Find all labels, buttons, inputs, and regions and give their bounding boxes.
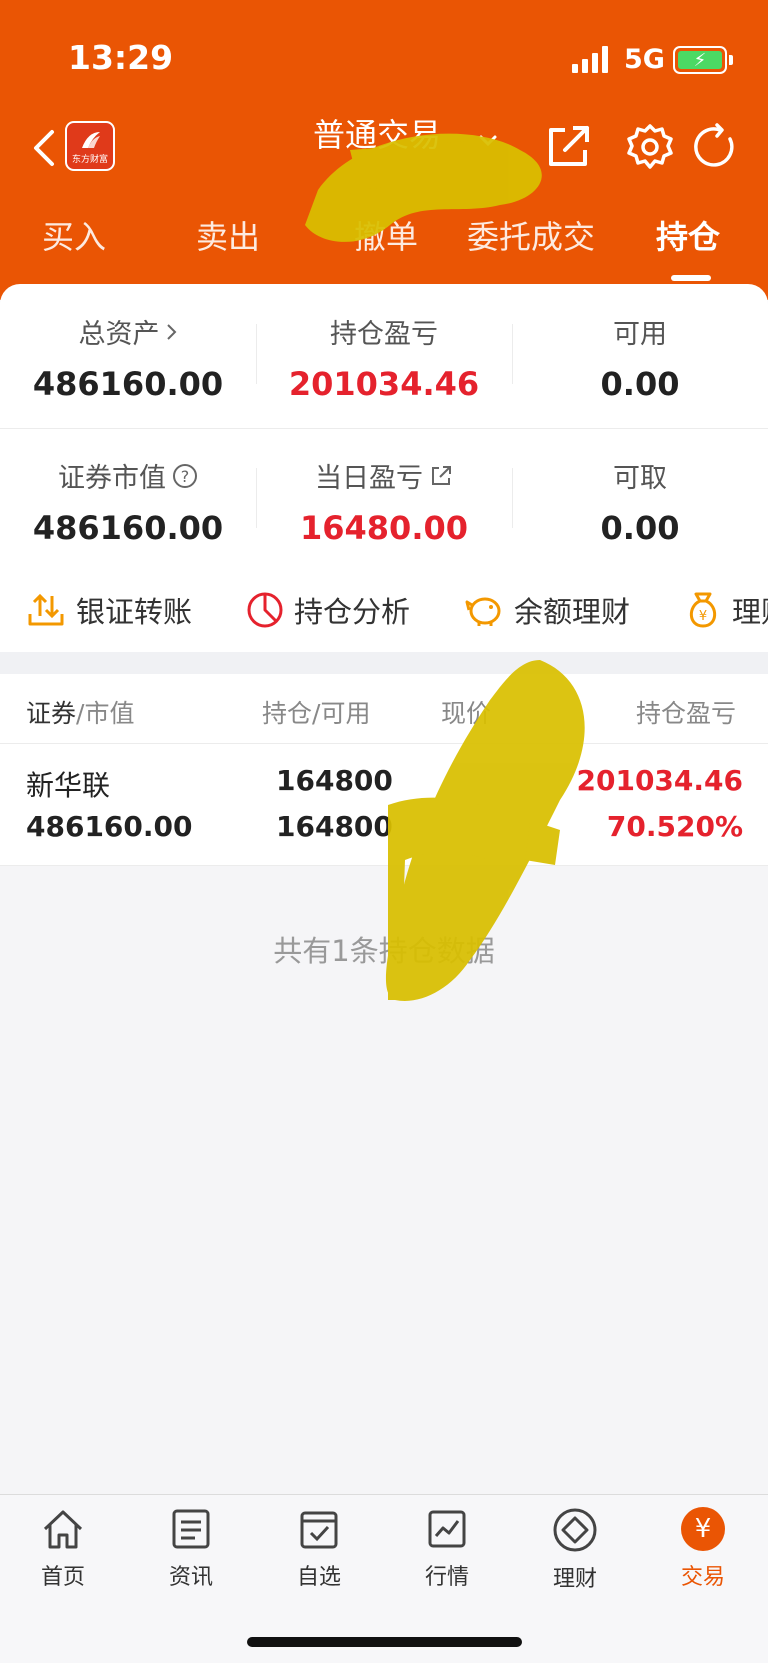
yuan-icon: ¥ — [681, 1507, 725, 1551]
status-time: 13:29 — [68, 38, 174, 77]
tabbar-wealth[interactable]: 理财 — [525, 1507, 625, 1593]
header-security-label: 证券 — [26, 699, 77, 728]
quick-action-wealth[interactable]: ¥ 理财 — [684, 586, 768, 634]
section-gap — [0, 652, 768, 674]
quick-action-transfer[interactable]: 银证转账 — [26, 586, 192, 634]
transfer-icon — [28, 593, 64, 626]
stock-position: 164800 — [276, 764, 393, 797]
stock-pnl: 201034.46 — [576, 764, 744, 797]
total-assets[interactable]: 总资产 486160.00 — [0, 312, 256, 403]
pie-chart-icon — [247, 592, 283, 628]
header-available-label: /可用 — [312, 699, 371, 728]
refresh-icon[interactable] — [690, 122, 740, 172]
tab-buy[interactable]: 买入 — [42, 212, 106, 258]
logo-text: 东方财富 — [71, 155, 108, 165]
quick-action-balance-wealth[interactable]: 余额理财 — [464, 586, 630, 634]
daily-pnl-label: 当日盈亏 — [315, 463, 423, 494]
trade-tabs: 买入 卖出 撤单 委托成交 持仓 — [0, 212, 768, 272]
tabbar-home[interactable]: 首页 — [13, 1507, 113, 1591]
gear-icon[interactable] — [625, 122, 675, 172]
tab-positions[interactable]: 持仓 — [656, 212, 720, 258]
svg-text:?: ? — [181, 467, 190, 486]
securities-value-label: 证券市值 — [58, 463, 166, 494]
wealth-icon — [553, 1508, 597, 1552]
header-market-value-label: /市值 — [76, 699, 135, 728]
money-bag-icon: ¥ — [689, 592, 717, 628]
quick-action-label: 余额理财 — [514, 595, 631, 629]
available-funds: 可用 0.00 — [512, 312, 768, 403]
header-security[interactable]: 证券/市值 — [26, 694, 134, 730]
securities-value: 证券市值 ? 486160.00 — [0, 456, 256, 547]
position-pnl-label: 持仓盈亏 — [330, 319, 438, 350]
svg-text:¥: ¥ — [699, 609, 707, 624]
daily-pnl[interactable]: 当日盈亏 16480.00 — [256, 456, 512, 547]
holdings-count-hint: 共有1条持仓数据 — [273, 934, 495, 968]
tabbar-label: 行情 — [424, 1565, 469, 1590]
piggy-bank-icon — [465, 597, 501, 626]
tabbar-label: 资讯 — [168, 1565, 213, 1590]
available-value: 0.00 — [600, 365, 680, 403]
quick-action-label: 银证转账 — [76, 595, 193, 629]
stock-pnl-percent: 70.520% — [606, 810, 743, 843]
home-icon — [43, 1510, 83, 1549]
tabbar-label: 自选 — [296, 1565, 341, 1590]
quick-action-analysis[interactable]: 持仓分析 — [246, 586, 410, 634]
chevron-down-icon[interactable] — [478, 130, 498, 150]
stock-market-value: 486160.00 — [26, 810, 193, 843]
tabbar-label: 交易 — [680, 1565, 725, 1590]
total-assets-label: 总资产 — [78, 319, 160, 350]
header: 13:29 5G ⚡ 东方财富 普通交易 买入 卖出 撤单 委托成交 持仓 — [0, 0, 768, 300]
tab-orders[interactable]: 委托成交 — [467, 212, 595, 258]
battery-cap — [729, 55, 733, 65]
header-position[interactable]: 持仓/可用 — [262, 694, 370, 730]
divider — [0, 428, 768, 429]
tab-sell[interactable]: 卖出 — [196, 212, 260, 258]
home-indicator — [247, 1637, 522, 1647]
holdings-table-header: 证券/市值 持仓/可用 现价 持仓盈亏 — [0, 674, 768, 744]
quick-action-label: 持仓分析 — [294, 595, 411, 629]
tab-indicator — [671, 275, 711, 281]
share-icon[interactable] — [543, 122, 593, 172]
news-icon — [172, 1509, 210, 1549]
stock-name: 新华联 — [26, 769, 111, 802]
daily-pnl-value: 16480.00 — [299, 509, 468, 547]
header-pnl[interactable]: 持仓盈亏 — [636, 694, 736, 730]
tabbar-label: 首页 — [40, 1565, 85, 1590]
quick-action-label: 理财 — [732, 595, 768, 629]
battery-icon: ⚡ — [673, 46, 727, 74]
tabbar-market[interactable]: 行情 — [397, 1507, 497, 1591]
chevron-right-icon — [166, 323, 176, 340]
tabbar-trade[interactable]: ¥ 交易 — [653, 1507, 753, 1591]
back-icon[interactable] — [26, 128, 62, 168]
withdrawable-label: 可取 — [613, 463, 667, 494]
tabbar-label: 理财 — [552, 1567, 597, 1592]
page-title[interactable]: 普通交易 — [313, 110, 441, 156]
header-position-label: 持仓 — [262, 699, 313, 728]
network-type: 5G — [624, 44, 665, 75]
market-icon — [428, 1510, 466, 1548]
withdrawable: 可取 0.00 — [512, 456, 768, 547]
tab-cancel[interactable]: 撤单 — [354, 212, 418, 258]
total-assets-value: 486160.00 — [32, 365, 224, 403]
securities-value-amount: 486160.00 — [32, 509, 224, 547]
header-price[interactable]: 现价 — [441, 694, 491, 730]
tabbar-news[interactable]: 资讯 — [141, 1507, 241, 1591]
stock-available: 164800 — [276, 810, 393, 843]
withdrawable-value: 0.00 — [600, 509, 680, 547]
table-row[interactable]: 新华联 486160.00 164800 164800 201034.46 70… — [0, 744, 768, 866]
position-pnl: 持仓盈亏 201034.46 — [256, 312, 512, 403]
help-icon[interactable]: ? — [172, 463, 198, 489]
app-logo: 东方财富 — [65, 121, 115, 171]
available-label: 可用 — [613, 319, 667, 350]
external-link-icon[interactable] — [429, 464, 453, 488]
tabbar-watchlist[interactable]: 自选 — [269, 1507, 369, 1591]
signal-icon — [572, 45, 608, 73]
position-pnl-value: 201034.46 — [288, 365, 480, 403]
watchlist-icon — [300, 1511, 338, 1549]
logo-mark-icon — [82, 132, 100, 148]
